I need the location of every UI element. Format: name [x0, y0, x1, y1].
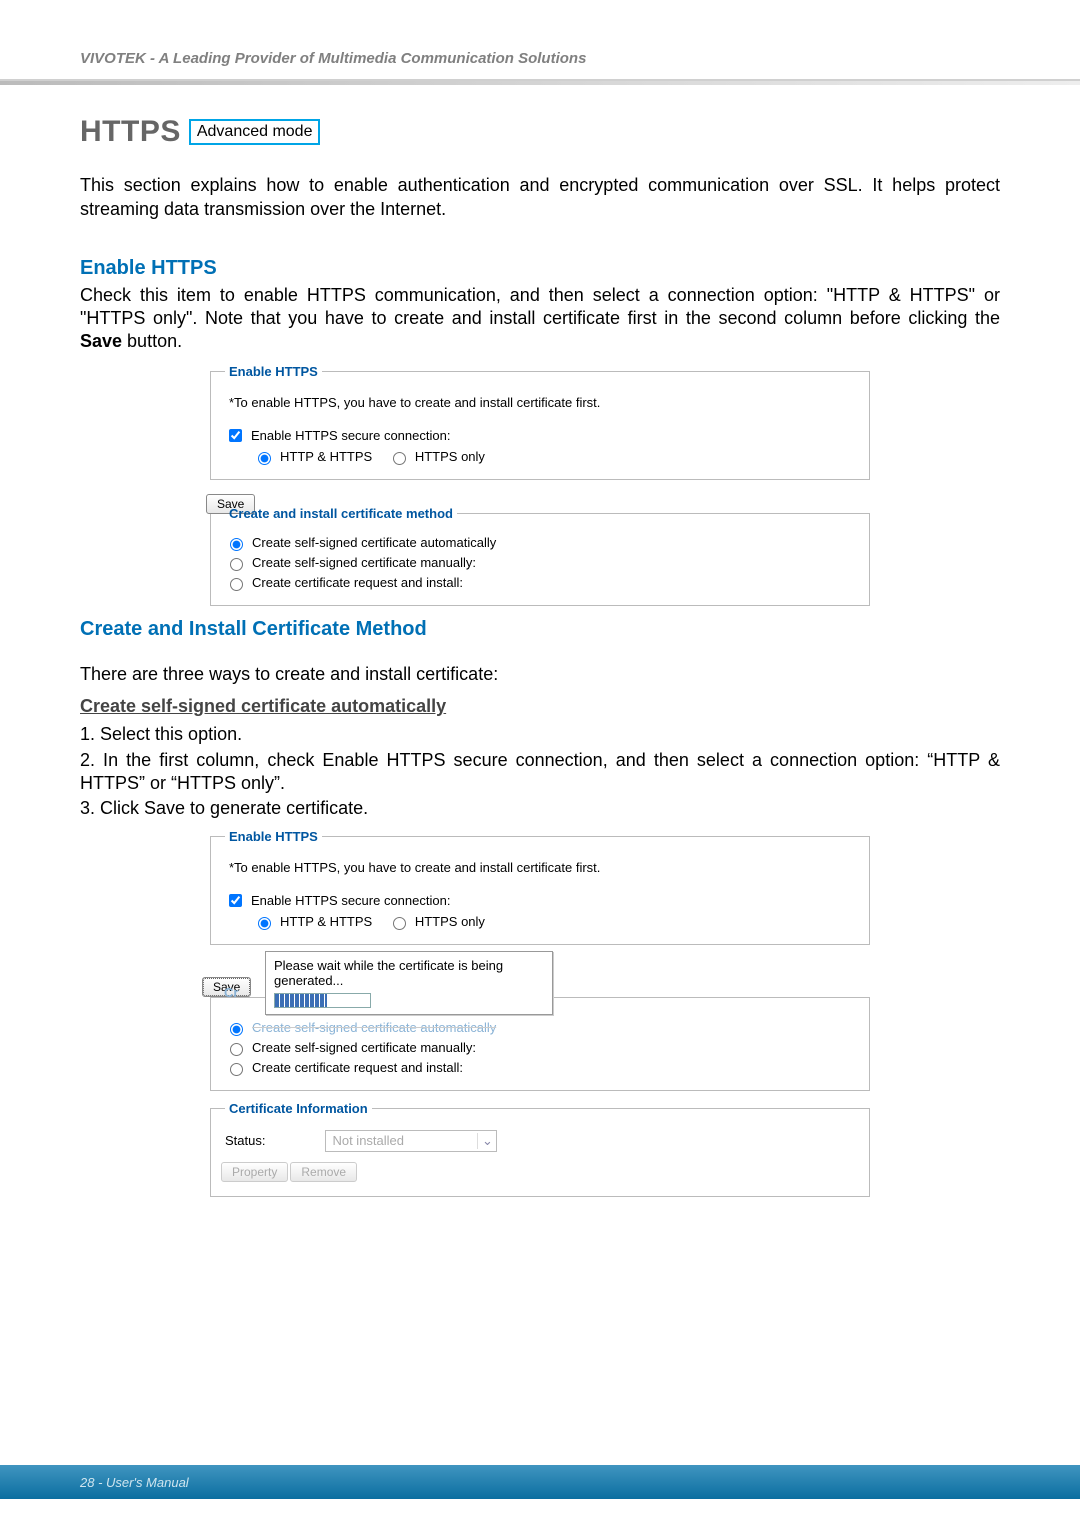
radio-cert-manual-label-2: Create self-signed certificate manually: — [252, 1040, 476, 1055]
progress-bar-fill — [275, 994, 327, 1007]
radio-cert-request[interactable] — [230, 578, 243, 591]
cert-method-heading: Create and Install Certificate Method — [80, 618, 1000, 641]
step-1: 1. Select this option. — [80, 723, 1000, 746]
radio-http-and-https-label-2: HTTP & HTTPS — [280, 914, 372, 929]
radio-cert-auto-2[interactable] — [230, 1023, 243, 1036]
radio-https-only-label: HTTPS only — [415, 449, 485, 464]
step-2: 2. In the first column, check Enable HTT… — [80, 749, 1000, 796]
radio-cert-auto-label-2: Create self-signed certificate automatic… — [252, 1020, 496, 1035]
status-select[interactable]: Not installed ⌄ — [325, 1130, 497, 1152]
screenshot-enable-https: Enable HTTPS *To enable HTTPS, you have … — [210, 364, 870, 606]
enable-https-checkbox-label-2: Enable HTTPS secure connection: — [251, 893, 450, 908]
fieldset-legend-enable: Enable HTTPS — [225, 364, 322, 379]
enable-https-checkbox-2[interactable] — [229, 894, 242, 907]
cert-auto-subheading: Create self-signed certificate automatic… — [80, 696, 1000, 717]
page-footer: 28 - User's Manual — [0, 1465, 1080, 1499]
enable-https-heading: Enable HTTPS — [80, 257, 1000, 280]
chevron-down-icon: ⌄ — [477, 1133, 496, 1149]
radio-http-and-https-label: HTTP & HTTPS — [280, 449, 372, 464]
enable-note-2: *To enable HTTPS, you have to create and… — [225, 854, 855, 881]
radio-https-only[interactable] — [393, 452, 406, 465]
radio-http-and-https-2[interactable] — [258, 917, 271, 930]
screenshot-cert-generating: Enable HTTPS *To enable HTTPS, you have … — [210, 829, 870, 1197]
footer-text: 28 - User's Manual — [80, 1475, 189, 1490]
cert-method-intro: There are three ways to create and insta… — [80, 663, 1000, 686]
step-3: 3. Click Save to generate certificate. — [80, 797, 1000, 820]
radio-cert-auto-label: Create self-signed certificate automatic… — [252, 535, 496, 550]
enable-https-checkbox[interactable] — [229, 429, 242, 442]
fieldset-legend-certinfo: Certificate Information — [225, 1101, 372, 1116]
progress-popup: Please wait while the certificate is bei… — [265, 951, 553, 1015]
page-title: HTTPS — [80, 115, 181, 149]
radio-cert-manual-2[interactable] — [230, 1043, 243, 1056]
enable-https-text: Check this item to enable HTTPS communic… — [80, 284, 1000, 354]
behind-legend-fragment: Cr — [212, 985, 238, 1000]
radio-cert-request-label-2: Create certificate request and install: — [252, 1060, 463, 1075]
intro-text: This section explains how to enable auth… — [80, 173, 1000, 222]
status-value: Not installed — [326, 1133, 477, 1148]
enable-note: *To enable HTTPS, you have to create and… — [225, 389, 855, 416]
remove-button[interactable]: Remove — [290, 1162, 357, 1182]
progress-bar — [274, 993, 371, 1008]
radio-cert-auto[interactable] — [230, 538, 243, 551]
fieldset-legend-method: Create and install certificate method — [225, 506, 457, 521]
property-button[interactable]: Property — [221, 1162, 288, 1182]
status-label: Status: — [225, 1133, 265, 1148]
doc-header: VIVOTEK - A Leading Provider of Multimed… — [0, 0, 1080, 81]
cert-steps: 1. Select this option. 2. In the first c… — [80, 723, 1000, 821]
mode-badge: Advanced mode — [189, 119, 321, 145]
radio-cert-manual-label: Create self-signed certificate manually: — [252, 555, 476, 570]
radio-cert-manual[interactable] — [230, 558, 243, 571]
enable-https-checkbox-label: Enable HTTPS secure connection: — [251, 428, 450, 443]
progress-message: Please wait while the certificate is bei… — [274, 958, 544, 988]
radio-https-only-2[interactable] — [393, 917, 406, 930]
fieldset-legend-enable-2: Enable HTTPS — [225, 829, 322, 844]
radio-http-and-https[interactable] — [258, 452, 271, 465]
radio-cert-request-2[interactable] — [230, 1063, 243, 1076]
radio-https-only-label-2: HTTPS only — [415, 914, 485, 929]
radio-cert-request-label: Create certificate request and install: — [252, 575, 463, 590]
